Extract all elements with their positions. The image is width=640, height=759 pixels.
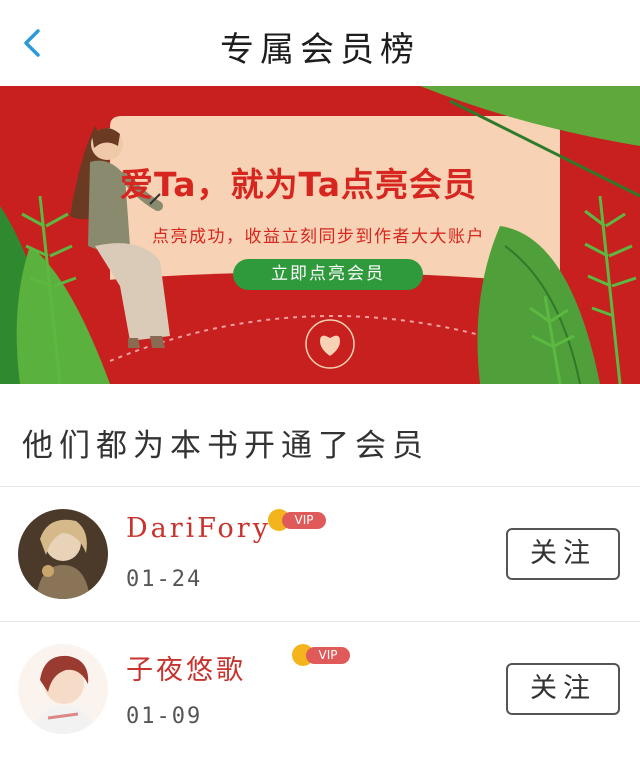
vip-tag: VIP xyxy=(282,512,326,529)
member-name[interactable]: DariFory xyxy=(126,513,271,544)
vip-badge: VIP xyxy=(292,644,350,666)
avatar[interactable] xyxy=(18,509,108,599)
banner-headline: 爱Ta，就为Ta点亮会员 xyxy=(120,165,478,204)
vip-badge: VIP xyxy=(268,509,326,531)
navigation-bar: 专属会员榜 xyxy=(0,0,640,87)
page-title: 专属会员榜 xyxy=(220,30,420,70)
list-item[interactable]: DariFory VIP 01-24 关注 xyxy=(0,487,640,621)
list-item[interactable]: 子夜悠歌 VIP 01-09 关注 xyxy=(0,622,640,756)
promo-banner[interactable]: 爱Ta，就为Ta点亮会员 点亮成功，收益立刻同步到作者大大账户 立即点亮会员 xyxy=(0,86,640,384)
vip-tag: VIP xyxy=(306,647,350,664)
section-title: 他们都为本书开通了会员 xyxy=(22,428,429,464)
join-date: 01-24 xyxy=(126,567,203,592)
join-date: 01-09 xyxy=(126,704,203,729)
avatar[interactable] xyxy=(18,644,108,734)
follow-button[interactable]: 关注 xyxy=(506,528,620,580)
follow-button[interactable]: 关注 xyxy=(506,663,620,715)
avatar-image xyxy=(18,644,108,734)
banner-subline: 点亮成功，收益立刻同步到作者大大账户 xyxy=(152,227,485,247)
avatar-image xyxy=(18,509,108,599)
light-up-membership-button[interactable]: 立即点亮会员 xyxy=(233,259,423,290)
member-name[interactable]: 子夜悠歌 xyxy=(126,648,246,687)
